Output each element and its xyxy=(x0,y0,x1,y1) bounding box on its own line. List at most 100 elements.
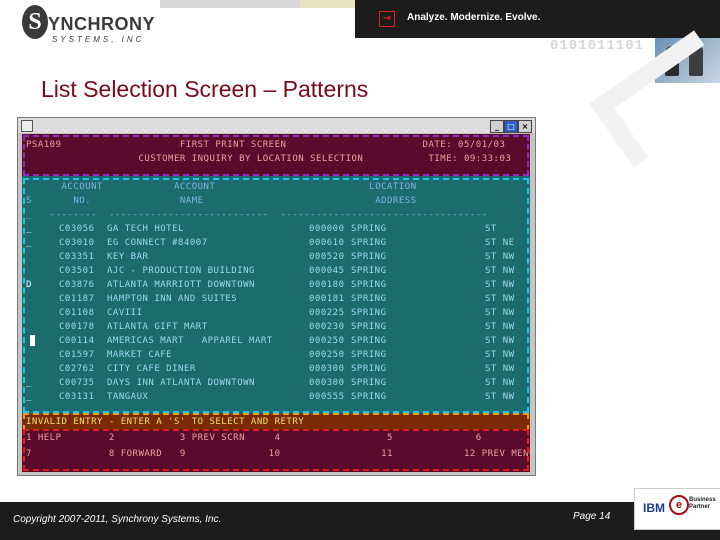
street-direction: ST NW xyxy=(485,350,515,360)
street-direction: ST NW xyxy=(485,364,515,374)
row-select-field[interactable]: _ xyxy=(26,392,32,402)
account-name: GA TECH HOTEL xyxy=(107,224,184,234)
terminal-screen[interactable]: PSA109 FIRST PRINT SCREEN DATE: 05/01/03… xyxy=(22,134,530,472)
function-keys-line[interactable]: 7 8 FORWARD 9 10 11 12 PREV MENU xyxy=(26,449,530,459)
street-name: SPRING xyxy=(351,336,387,346)
partner-label-line: Business xyxy=(689,497,716,503)
street-direction: ST NW xyxy=(485,308,515,318)
street-number: 000181 xyxy=(309,294,345,304)
account-number: C01597 xyxy=(59,350,95,360)
account-name: AJC - PRODUCTION BUILDING xyxy=(107,266,255,276)
account-number: C00735 xyxy=(59,378,95,388)
street-direction: ST NW xyxy=(485,378,515,388)
error-message: INVALID ENTRY - ENTER A 'S' TO SELECT AN… xyxy=(26,417,305,427)
street-direction: ST NE xyxy=(485,238,515,248)
street-number: 000250 xyxy=(309,350,345,360)
street-number: 000250 xyxy=(309,336,345,346)
street-direction: ST xyxy=(485,224,497,234)
street-direction: ST NW xyxy=(485,252,515,262)
row-select-field[interactable]: D xyxy=(26,280,32,290)
slide-title: List Selection Screen – Patterns xyxy=(41,76,369,102)
account-number: C03501 xyxy=(59,266,95,276)
street-number: 000230 xyxy=(309,322,345,332)
street-name: SPRING xyxy=(351,224,387,234)
header-accent-gray xyxy=(160,0,300,8)
account-number: C03131 xyxy=(59,392,95,402)
street-name: SPRING xyxy=(351,266,387,276)
column-header: S NO. NAME ADDRESS xyxy=(26,196,417,206)
street-name: SPRING xyxy=(351,308,387,318)
logo-mark: S xyxy=(22,5,48,39)
street-name: SPRING xyxy=(351,238,387,248)
account-number: C00178 xyxy=(59,322,95,332)
account-name: MARKET CAFE xyxy=(107,350,173,360)
street-number: 000610 xyxy=(309,238,345,248)
logo-subtitle: SYSTEMS, INC xyxy=(52,35,145,44)
column-header: ACCOUNT ACCOUNT LOCATION xyxy=(26,182,417,192)
street-name: SPRING xyxy=(351,392,387,402)
account-number: C03876 xyxy=(59,280,95,290)
street-name: SPRING xyxy=(351,378,387,388)
header-line: PSA109 FIRST PRINT SCREEN DATE: 05/01/03 xyxy=(26,140,506,150)
street-number: 000180 xyxy=(309,280,345,290)
street-direction: ST NW xyxy=(485,392,515,402)
account-name: KEY BAR xyxy=(107,252,149,262)
account-number: C01187 xyxy=(59,294,95,304)
street-direction: ST NW xyxy=(485,280,515,290)
account-number: C03056 xyxy=(59,224,95,234)
header-line: CUSTOMER INQUIRY BY LOCATION SELECTION T… xyxy=(26,154,512,164)
partner-label: Business Partner xyxy=(689,497,716,511)
street-direction: ST NW xyxy=(485,294,515,304)
account-number: C03351 xyxy=(59,252,95,262)
street-name: SPRING xyxy=(351,252,387,262)
app-icon[interactable] xyxy=(21,120,33,132)
minimize-button[interactable]: _ xyxy=(490,120,504,133)
street-number: 000300 xyxy=(309,364,345,374)
account-name: EG CONNECT #84007 xyxy=(107,238,208,248)
account-number: C00114 xyxy=(59,336,95,346)
account-name: ATLANTA GIFT MART xyxy=(107,322,208,332)
binary-decoration: 0101011101 xyxy=(550,38,645,54)
ibm-partner-badge: IBM e Business Partner xyxy=(634,488,720,530)
account-name: CITY CAFE DINER xyxy=(107,364,196,374)
account-name: HAMPTON INN AND SUITES xyxy=(107,294,238,304)
tagline: Analyze. Modernize. Evolve. xyxy=(407,12,541,23)
arrow-box-icon: → xyxy=(379,11,395,27)
row-select-field[interactable]: _ xyxy=(26,238,32,248)
function-keys-line[interactable]: 1 HELP 2 3 PREV SCRN 4 5 6 xyxy=(26,433,482,443)
logo-wordmark: YNCHRONY xyxy=(48,14,156,34)
street-direction: ST NW xyxy=(485,322,515,332)
street-direction: ST NW xyxy=(485,336,515,346)
street-number: 000300 xyxy=(309,378,345,388)
window-titlebar: _ □ × xyxy=(18,118,535,133)
street-name: SPRING xyxy=(351,350,387,360)
account-number: C02762 xyxy=(59,364,95,374)
e-business-icon: e xyxy=(669,495,689,515)
row-select-field[interactable]: _ xyxy=(26,224,32,234)
account-name: DAYS INN ATLANTA DOWNTOWN xyxy=(107,378,255,388)
street-number: 000225 xyxy=(309,308,345,318)
copyright-text: Copyright 2007-2011, Synchrony Systems, … xyxy=(13,514,222,525)
account-name: AMERICAS MART APPAREL MART xyxy=(107,336,273,346)
terminal-emulator-window: _ □ × PSA109 FIRST PRINT SCREEN DATE: 05… xyxy=(17,117,536,476)
header-accent-yellow xyxy=(300,0,355,8)
close-button[interactable]: × xyxy=(518,120,532,133)
street-direction: ST NW xyxy=(485,266,515,276)
street-name: SPRING xyxy=(351,294,387,304)
street-number: 000045 xyxy=(309,266,345,276)
account-number: C03010 xyxy=(59,238,95,248)
street-name: SPRING xyxy=(351,322,387,332)
account-number: C01108 xyxy=(59,308,95,318)
column-separator: _ -------- --------------------------- -… xyxy=(26,210,488,220)
partner-label-line: Partner xyxy=(689,504,711,510)
text-cursor xyxy=(30,335,35,346)
maximize-button[interactable]: □ xyxy=(504,120,518,133)
account-name: TANGAUX xyxy=(107,392,149,402)
row-select-field[interactable]: _ xyxy=(26,378,32,388)
street-number: 000555 xyxy=(309,392,345,402)
ibm-logo: IBM xyxy=(643,501,665,515)
page-number: Page 14 xyxy=(573,511,611,522)
account-name: ATLANTA MARRIOTT DOWNTOWN xyxy=(107,280,255,290)
street-number: 000520 xyxy=(309,252,345,262)
tagline-band: → Analyze. Modernize. Evolve. xyxy=(355,0,720,38)
